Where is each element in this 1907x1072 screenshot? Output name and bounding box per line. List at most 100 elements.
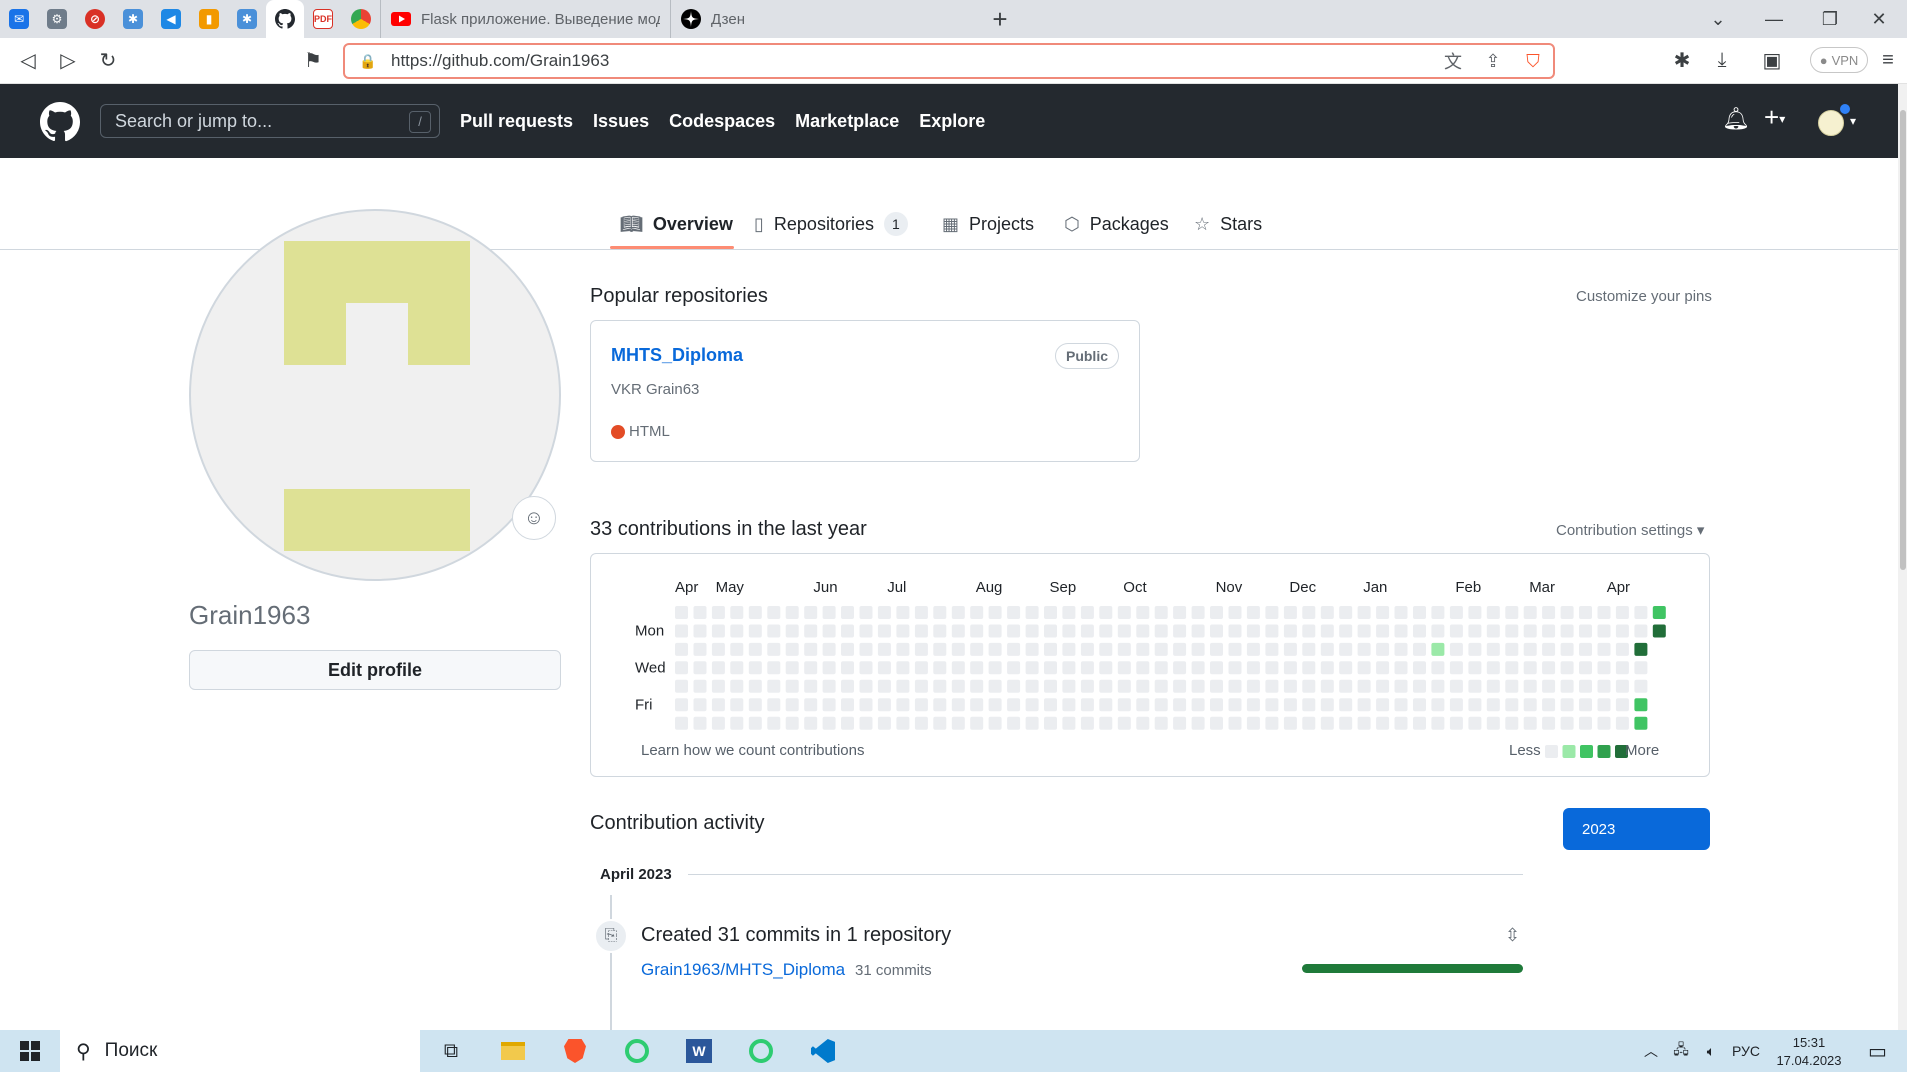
contribution-day[interactable] — [933, 716, 947, 730]
contribution-day[interactable] — [896, 698, 910, 712]
contribution-day[interactable] — [1154, 698, 1168, 712]
contribution-day[interactable] — [1117, 698, 1131, 712]
contribution-day[interactable] — [1117, 716, 1131, 730]
contribution-day[interactable] — [1320, 642, 1334, 656]
contribution-day[interactable] — [877, 661, 891, 675]
contribution-day[interactable] — [1320, 716, 1334, 730]
contribution-day[interactable] — [1615, 716, 1629, 730]
contribution-day[interactable] — [1376, 716, 1390, 730]
contribution-day[interactable] — [1154, 606, 1168, 619]
contribution-day[interactable] — [748, 716, 762, 730]
contribution-day[interactable] — [1283, 606, 1297, 619]
contribution-day[interactable] — [1320, 606, 1334, 619]
contribution-day[interactable] — [1468, 661, 1482, 675]
minimize-button[interactable]: — — [1746, 0, 1802, 38]
windows-start-icon[interactable] — [0, 1030, 60, 1072]
contribution-day[interactable] — [1615, 624, 1629, 638]
contribution-day[interactable] — [1413, 716, 1426, 730]
contribution-day[interactable] — [1302, 661, 1316, 675]
contribution-day[interactable] — [1431, 679, 1445, 693]
pinned-tab[interactable]: ◀ — [152, 0, 190, 38]
contribution-day[interactable] — [896, 661, 910, 675]
contribution-day[interactable] — [675, 642, 688, 656]
contribution-day[interactable] — [730, 661, 744, 675]
contribution-day[interactable] — [841, 624, 854, 638]
contribution-day[interactable] — [767, 624, 781, 638]
contribution-day[interactable] — [693, 642, 707, 656]
contribution-day[interactable] — [1652, 606, 1666, 619]
year-2023-button[interactable]: 2023 — [1563, 808, 1710, 850]
contribution-day[interactable] — [1265, 642, 1279, 656]
contribution-day[interactable] — [711, 698, 725, 712]
contribution-day[interactable] — [1339, 624, 1353, 638]
contribution-day[interactable] — [1431, 624, 1445, 638]
contribution-day[interactable] — [1025, 716, 1039, 730]
vscode-taskbar-icon[interactable] — [792, 1030, 854, 1072]
contribution-day[interactable] — [1246, 698, 1260, 712]
contribution-day[interactable] — [1615, 661, 1629, 675]
download-icon[interactable]: ⤓ — [1702, 41, 1742, 81]
contribution-day[interactable] — [1228, 698, 1242, 712]
word-icon[interactable]: W — [668, 1030, 730, 1072]
contribution-day[interactable] — [1210, 624, 1223, 638]
contribution-day[interactable] — [1283, 661, 1297, 675]
task-view-icon[interactable]: ⧉ — [420, 1030, 482, 1072]
volume-icon[interactable]: 🔈︎ — [1696, 1043, 1726, 1060]
contribution-day[interactable] — [1523, 642, 1537, 656]
contribution-day[interactable] — [1080, 716, 1094, 730]
contribution-day[interactable] — [896, 624, 910, 638]
taskbar-clock[interactable]: 15:31 17.04.2023 — [1774, 1034, 1844, 1070]
contribution-day[interactable] — [1320, 661, 1334, 675]
contribution-day[interactable] — [1136, 642, 1150, 656]
repo-name-link[interactable]: MHTS_Diploma — [611, 345, 743, 366]
contribution-day[interactable] — [1468, 642, 1482, 656]
contribution-day[interactable] — [1597, 679, 1611, 693]
activity-repo-link[interactable]: Grain1963/MHTS_Diploma — [641, 960, 845, 980]
green-app-icon[interactable] — [730, 1030, 792, 1072]
contribution-day[interactable] — [1560, 679, 1574, 693]
contribution-day[interactable] — [711, 679, 725, 693]
contribution-day[interactable] — [896, 642, 910, 656]
contribution-day[interactable] — [1154, 661, 1168, 675]
contribution-day[interactable] — [1542, 642, 1556, 656]
contribution-day[interactable] — [896, 679, 910, 693]
contribution-day[interactable] — [988, 642, 1002, 656]
nav-issues[interactable]: Issues — [593, 111, 649, 132]
contribution-day[interactable] — [748, 642, 762, 656]
contribution-day[interactable] — [988, 679, 1002, 693]
contribution-day[interactable] — [1080, 661, 1094, 675]
contribution-day[interactable] — [1007, 606, 1021, 619]
contribution-day[interactable] — [1431, 716, 1445, 730]
contribution-day[interactable] — [1154, 679, 1168, 693]
contribution-day[interactable] — [1357, 606, 1371, 619]
contribution-day[interactable] — [877, 624, 891, 638]
contribution-day[interactable] — [1339, 642, 1353, 656]
contribution-day[interactable] — [804, 624, 818, 638]
contribution-day[interactable] — [804, 606, 818, 619]
contribution-day[interactable] — [822, 698, 836, 712]
contribution-day[interactable] — [951, 679, 965, 693]
brave-shield-icon[interactable]: ⛉ — [1513, 51, 1553, 72]
contribution-day[interactable] — [693, 679, 707, 693]
create-new-plus-icon[interactable]: +▾ — [1764, 102, 1785, 133]
contribution-day[interactable] — [1486, 642, 1500, 656]
contribution-day[interactable] — [1523, 661, 1537, 675]
contribution-day[interactable] — [1283, 642, 1297, 656]
contribution-day[interactable] — [988, 698, 1002, 712]
menu-icon[interactable]: ≡ — [1872, 41, 1904, 81]
contribution-day[interactable] — [1542, 606, 1556, 619]
contribution-day[interactable] — [1505, 624, 1519, 638]
contribution-day[interactable] — [1044, 606, 1057, 619]
contribution-day[interactable] — [1449, 698, 1463, 712]
pinned-tab-active[interactable] — [266, 0, 304, 38]
contribution-day[interactable] — [1542, 624, 1556, 638]
contribution-day[interactable] — [675, 624, 688, 638]
pinned-tab[interactable]: ✉ — [0, 0, 38, 38]
contribution-day[interactable] — [1320, 679, 1334, 693]
contribution-day[interactable] — [1136, 698, 1150, 712]
contribution-day[interactable] — [1210, 642, 1223, 656]
contribution-day[interactable] — [1007, 679, 1021, 693]
back-button[interactable]: ◁ — [8, 41, 48, 81]
contribution-day[interactable] — [1634, 661, 1648, 675]
pinned-tab[interactable]: ✱ — [228, 0, 266, 38]
